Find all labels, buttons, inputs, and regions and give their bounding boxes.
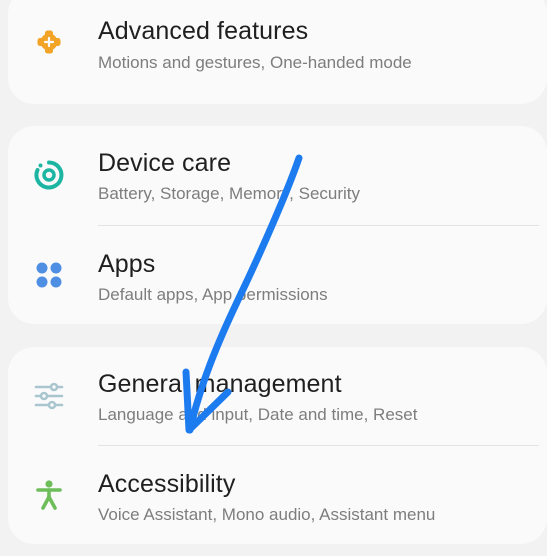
apps-icon <box>33 259 65 291</box>
settings-card-2: Device care Battery, Storage, Memory, Se… <box>8 126 547 324</box>
settings-item-device-care[interactable]: Device care Battery, Storage, Memory, Se… <box>8 126 547 224</box>
settings-item-subtitle: Language and input, Date and time, Reset <box>98 405 418 424</box>
settings-item-title: Device care <box>98 149 232 177</box>
accessibility-icon <box>33 479 65 511</box>
settings-item-title: Advanced features <box>98 17 309 45</box>
settings-item-title: Apps <box>98 250 156 278</box>
settings-card-1: Advanced features Motions and gestures, … <box>8 0 547 104</box>
settings-item-subtitle: Motions and gestures, One-handed mode <box>98 53 412 72</box>
settings-item-apps[interactable]: Apps Default apps, App permissions <box>8 226 547 324</box>
advanced-features-icon <box>33 26 65 58</box>
settings-item-subtitle: Default apps, App permissions <box>98 285 328 304</box>
settings-item-subtitle: Battery, Storage, Memory, Security <box>98 184 361 203</box>
settings-item-subtitle: Voice Assistant, Mono audio, Assistant m… <box>98 505 436 524</box>
settings-item-title: General management <box>98 370 342 398</box>
settings-item-accessibility[interactable]: Accessibility Voice Assistant, Mono audi… <box>8 446 547 544</box>
device-care-icon <box>33 159 65 191</box>
general-management-icon <box>33 380 65 412</box>
settings-card-3: General management Language and input, D… <box>8 347 547 544</box>
settings-item-general-management[interactable]: General management Language and input, D… <box>8 347 547 445</box>
settings-item-advanced-features[interactable]: Advanced features Motions and gestures, … <box>8 0 547 98</box>
settings-item-title: Accessibility <box>98 470 236 498</box>
